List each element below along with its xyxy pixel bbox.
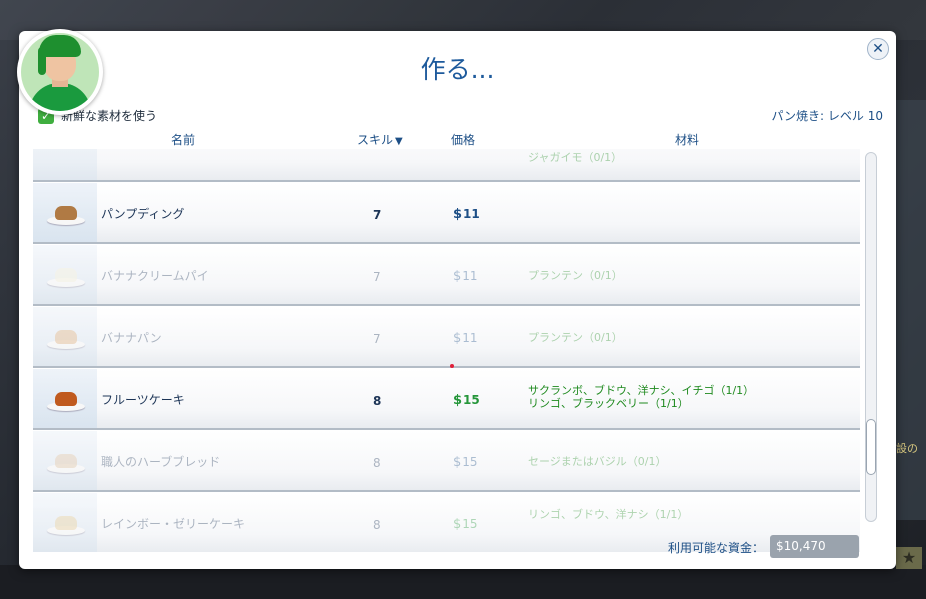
- recipe-name: バナナクリームパイ: [101, 269, 209, 283]
- recipe-thumbnail: [33, 431, 97, 490]
- recipe-materials: プランテン（0/1）: [528, 331, 623, 344]
- column-header-skill[interactable]: スキル ▼: [357, 131, 403, 148]
- craft-dialog: 作る... ✕ ✓ 新鮮な素材を使う パン焼き: レベル 10 名前 スキル ▼ …: [17, 29, 896, 569]
- recipe-thumbnail: [33, 149, 97, 180]
- column-header-name[interactable]: 名前: [171, 131, 195, 148]
- recipe-list[interactable]: ジャガイモ（0/1） パンプディング 7 $11 バナナクリームパイ 7 $11…: [33, 149, 861, 552]
- recipe-materials: セージまたはバジル（0/1）: [528, 455, 667, 468]
- recipe-row[interactable]: バナナパン 7 $11 プランテン（0/1）: [33, 307, 860, 368]
- recipe-name: 職人のハーブブレッド: [101, 455, 221, 469]
- recipe-price: $15: [453, 455, 478, 470]
- list-scrollbar[interactable]: [865, 152, 877, 522]
- close-button[interactable]: ✕: [867, 38, 889, 60]
- background-bottom: [0, 565, 926, 599]
- close-icon[interactable]: ✕: [872, 41, 884, 57]
- recipe-skill: 8: [373, 518, 381, 532]
- recipe-row[interactable]: パンプディング 7 $11: [33, 183, 860, 244]
- recipe-row[interactable]: バナナクリームパイ 7 $11 プランテン（0/1）: [33, 245, 860, 306]
- avatar-portrait: [21, 33, 99, 111]
- simoleon-icon: $: [453, 393, 463, 408]
- background-side: [896, 100, 926, 520]
- simoleon-icon: $: [453, 269, 462, 284]
- recipe-price: $11: [453, 331, 478, 346]
- sim-avatar[interactable]: [17, 29, 103, 115]
- recipe-row[interactable]: フルーツケーキ 8 $15 サクランボ、ブドウ、洋ナシ、イチゴ（1/1） リンゴ…: [33, 369, 860, 430]
- recipe-name: パンプディング: [101, 207, 185, 221]
- column-header-price[interactable]: 価格: [451, 131, 475, 148]
- sort-desc-icon: ▼: [395, 136, 403, 147]
- simoleon-icon: $: [453, 207, 463, 222]
- recipe-price: $15: [453, 393, 480, 408]
- background-label: 設の: [896, 442, 918, 455]
- simoleon-icon: $: [453, 517, 462, 532]
- recipe-materials: プランテン（0/1）: [528, 269, 623, 282]
- simoleon-icon: $: [453, 455, 462, 470]
- funds-value: $10,470: [770, 535, 859, 558]
- recipe-skill: 8: [373, 456, 381, 470]
- cursor-marker: [450, 364, 454, 368]
- recipe-skill: 7: [373, 208, 382, 222]
- recipe-name: レインボー・ゼリーケーキ: [101, 517, 246, 531]
- star-icon: ★: [896, 547, 922, 569]
- funds-label: 利用可能な資金：: [668, 541, 765, 555]
- recipe-name: バナナパン: [101, 331, 162, 345]
- recipe-thumbnail: [33, 245, 97, 304]
- scrollbar-thumb[interactable]: [866, 419, 876, 475]
- skill-header-label: スキル: [357, 133, 394, 147]
- recipe-thumbnail: [33, 493, 97, 552]
- recipe-thumbnail: [33, 183, 97, 242]
- recipe-materials: サクランボ、ブドウ、洋ナシ、イチゴ（1/1） リンゴ、ブラックベリー（1/1）: [528, 384, 755, 410]
- recipe-price: $11: [453, 207, 480, 222]
- recipe-materials: ジャガイモ（0/1）: [528, 151, 623, 164]
- recipe-thumbnail: [33, 307, 97, 366]
- recipe-materials: リンゴ、ブドウ、洋ナシ（1/1）: [528, 508, 689, 521]
- recipe-skill: 7: [373, 332, 381, 346]
- dialog-title: 作る...: [420, 55, 495, 84]
- recipe-row[interactable]: 職人のハーブブレッド 8 $15 セージまたはバジル（0/1）: [33, 431, 860, 492]
- simoleon-icon: $: [453, 331, 462, 346]
- recipe-skill: 7: [373, 270, 381, 284]
- recipe-price: $11: [453, 269, 478, 284]
- recipe-thumbnail: [33, 369, 97, 428]
- recipe-row[interactable]: ジャガイモ（0/1）: [33, 149, 860, 182]
- recipe-price: $15: [453, 517, 478, 532]
- skill-level-info: パン焼き: レベル 10: [771, 109, 883, 123]
- recipe-name: フルーツケーキ: [101, 393, 185, 407]
- column-header-materials[interactable]: 材料: [675, 131, 699, 148]
- recipe-skill: 8: [373, 394, 382, 408]
